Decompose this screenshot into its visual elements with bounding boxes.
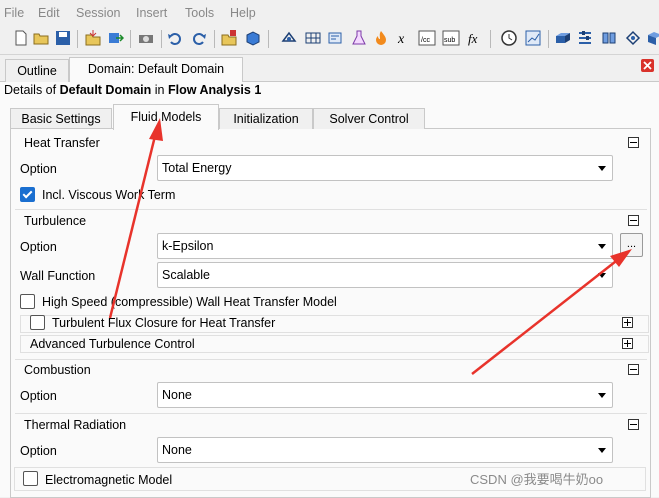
tab-initialization[interactable]: Initialization: [219, 108, 313, 129]
svg-text:/cc: /cc: [421, 37, 430, 44]
wall-function-label: Wall Function: [20, 269, 96, 283]
thermal-radiation-header: Thermal Radiation: [24, 418, 127, 432]
sub-icon[interactable]: sub: [442, 29, 460, 47]
undo-icon[interactable]: [166, 29, 184, 47]
wall-function-select[interactable]: Scalable: [157, 262, 613, 288]
graph-icon[interactable]: [524, 29, 542, 47]
chevron-down-icon: [598, 273, 606, 278]
electromagnetic-checkbox[interactable]: [23, 471, 38, 486]
tab-solver-control[interactable]: Solver Control: [313, 108, 425, 129]
svg-text:x: x: [397, 32, 405, 47]
new-icon[interactable]: [12, 29, 30, 47]
details-object: Default Domain: [59, 83, 152, 97]
insert-icon[interactable]: [220, 29, 238, 47]
chevron-down-icon: [598, 244, 606, 249]
box-icon[interactable]: [646, 29, 659, 47]
tab-outline[interactable]: Outline: [5, 59, 69, 82]
menu-bar: File Edit Session Insert Tools Help: [0, 0, 659, 26]
thermal-radiation-option-value: None: [162, 443, 192, 457]
tab-basic-settings[interactable]: Basic Settings: [10, 108, 112, 129]
toolbar: x /cc sub fx: [0, 26, 659, 55]
wall-function-value: Scalable: [162, 268, 210, 282]
combustion-header: Combustion: [24, 363, 91, 377]
object-icon[interactable]: [244, 29, 262, 47]
heat-transfer-option-label: Option: [20, 162, 57, 176]
viscous-work-checkbox[interactable]: [20, 187, 35, 202]
combustion-option-label: Option: [20, 389, 57, 403]
menu-help[interactable]: Help: [230, 6, 256, 20]
details-mid: in: [151, 83, 168, 97]
divider: [15, 209, 647, 210]
high-speed-checkbox[interactable]: [20, 294, 35, 309]
watermark: CSDN @我要喝牛奶oo: [470, 472, 604, 487]
details-analysis: Flow Analysis 1: [167, 83, 262, 97]
clock-icon[interactable]: [500, 29, 518, 47]
turbulence-header: Turbulence: [24, 214, 87, 228]
thermal-radiation-option-label: Option: [20, 444, 57, 458]
connect-icon[interactable]: [624, 29, 642, 47]
turbulence-settings-button[interactable]: ...: [620, 233, 643, 257]
print-icon[interactable]: [137, 29, 155, 47]
flask-icon[interactable]: [350, 29, 368, 47]
divider: [15, 359, 647, 360]
combustion-collapse-button[interactable]: [628, 364, 639, 375]
domain-icon[interactable]: [280, 29, 298, 47]
open-icon[interactable]: [32, 29, 50, 47]
split-icon[interactable]: [600, 29, 618, 47]
chevron-down-icon: [598, 448, 606, 453]
menu-file[interactable]: File: [4, 6, 24, 20]
advanced-turbulence-expand-button[interactable]: [622, 338, 633, 349]
flux-closure-expand-button[interactable]: [622, 317, 633, 328]
mesh-icon[interactable]: [304, 29, 322, 47]
tab-domain[interactable]: Domain: Default Domain: [69, 57, 243, 82]
tab-fluid-models[interactable]: Fluid Models: [113, 104, 219, 130]
redo-icon[interactable]: [190, 29, 208, 47]
dcc-icon[interactable]: /cc: [418, 29, 436, 47]
advanced-turbulence-label[interactable]: Advanced Turbulence Control: [30, 337, 195, 351]
fire-icon[interactable]: [372, 29, 390, 47]
combustion-option-select[interactable]: None: [157, 382, 613, 408]
flux-closure-checkbox[interactable]: [30, 315, 45, 330]
electromagnetic-label: Electromagnetic Model: [45, 473, 173, 487]
heat-transfer-option-select[interactable]: Total Energy: [157, 155, 613, 181]
svg-text:fx: fx: [468, 31, 478, 46]
chevron-down-icon: [598, 166, 606, 171]
export-icon[interactable]: [106, 29, 124, 47]
import-icon[interactable]: [84, 29, 102, 47]
boundary-icon[interactable]: [554, 29, 572, 47]
x-variable-icon[interactable]: x: [396, 29, 414, 47]
turbulence-collapse-button[interactable]: [628, 215, 639, 226]
details-header: Details of Default Domain in Flow Analys…: [4, 83, 261, 97]
turbulence-option-select[interactable]: k-Epsilon: [157, 233, 613, 259]
heat-transfer-option-value: Total Energy: [162, 161, 232, 175]
divider: [15, 413, 647, 414]
variable-icon[interactable]: [326, 29, 344, 47]
menu-tools[interactable]: Tools: [185, 6, 214, 20]
flux-closure-label: Turbulent Flux Closure for Heat Transfer: [52, 316, 276, 330]
heat-transfer-header: Heat Transfer: [24, 136, 100, 150]
svg-text:sub: sub: [444, 37, 455, 44]
menu-insert[interactable]: Insert: [136, 6, 167, 20]
menu-edit[interactable]: Edit: [38, 6, 60, 20]
high-speed-label: High Speed (compressible) Wall Heat Tran…: [42, 295, 337, 309]
close-panel-button[interactable]: [641, 59, 654, 72]
combustion-option-value: None: [162, 388, 192, 402]
details-prefix: Details of: [4, 83, 60, 97]
turbulence-option-label: Option: [20, 240, 57, 254]
menu-session[interactable]: Session: [76, 6, 120, 20]
fx-icon[interactable]: fx: [466, 29, 484, 47]
viscous-work-label: Incl. Viscous Work Term: [42, 188, 176, 202]
turbulence-option-value: k-Epsilon: [162, 239, 214, 253]
chevron-down-icon: [598, 393, 606, 398]
thermal-radiation-collapse-button[interactable]: [628, 419, 639, 430]
thermal-radiation-option-select[interactable]: None: [157, 437, 613, 463]
heat-transfer-collapse-button[interactable]: [628, 137, 639, 148]
solver-icon[interactable]: [576, 29, 594, 47]
save-icon[interactable]: [54, 29, 72, 47]
close-icon: [643, 61, 652, 70]
